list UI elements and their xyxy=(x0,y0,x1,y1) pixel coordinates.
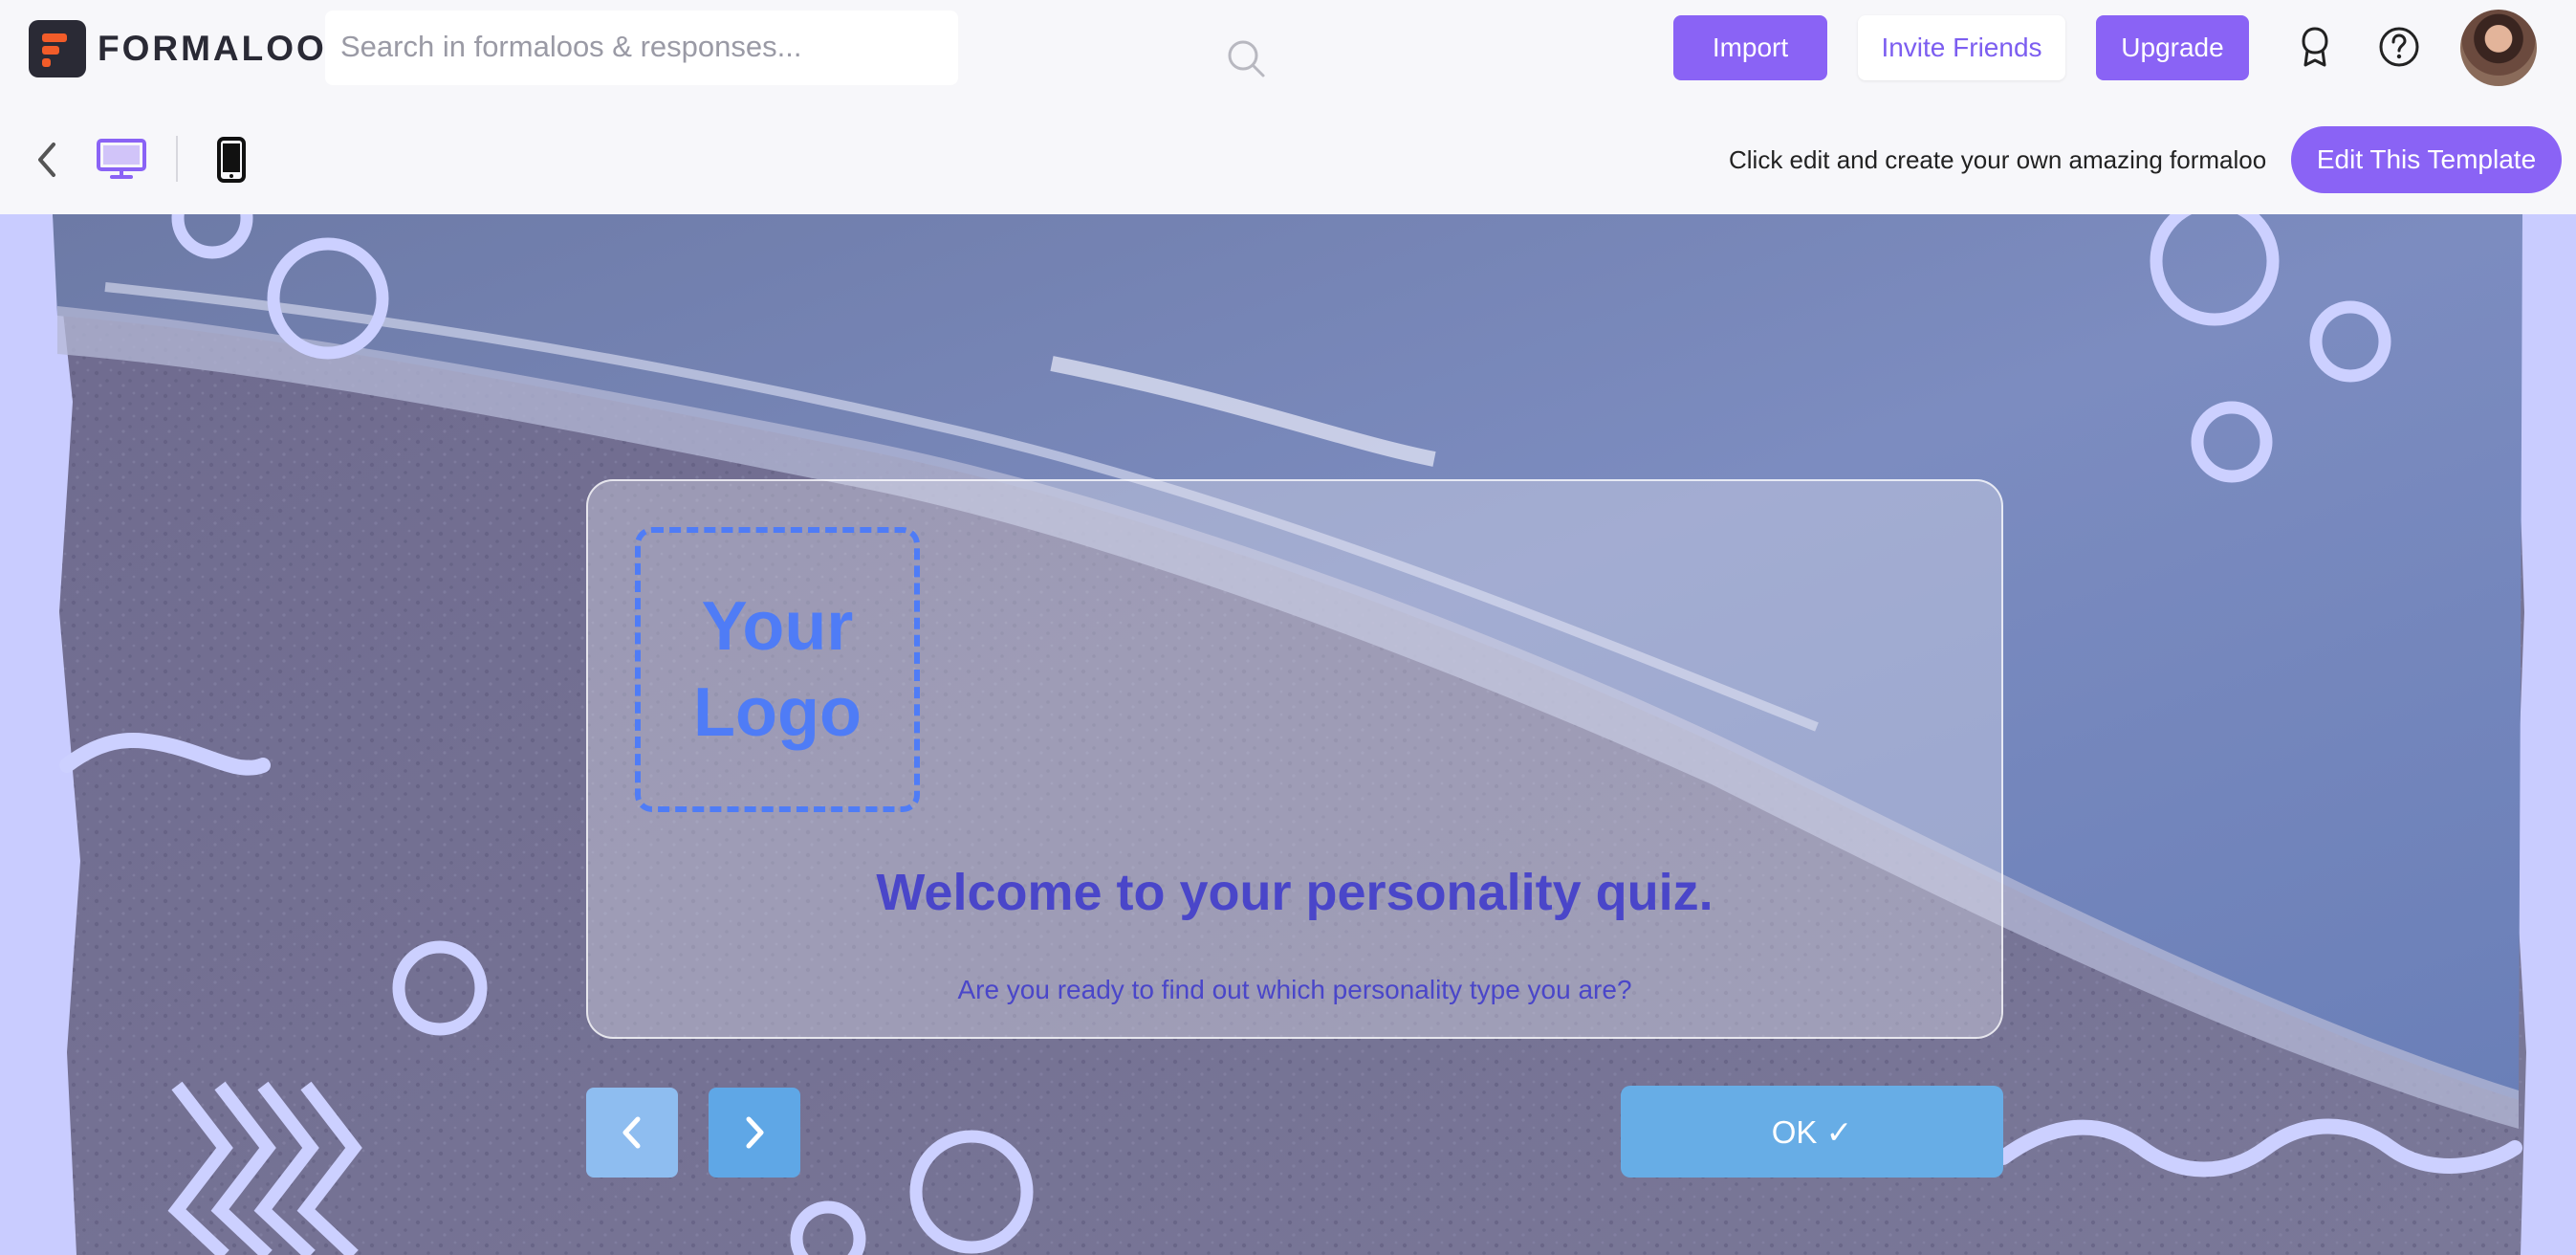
desktop-view-icon[interactable] xyxy=(96,138,147,182)
quiz-subtitle: Are you ready to find out which personal… xyxy=(957,975,1632,1004)
formaloo-logo-icon xyxy=(29,20,86,77)
top-bar: FORMALOO Import Invite Friends Upgrade xyxy=(0,0,2576,96)
help-icon[interactable] xyxy=(2377,25,2421,69)
user-avatar[interactable] xyxy=(2460,10,2537,86)
edit-hint: Click edit and create your own amazing f… xyxy=(1729,145,2267,174)
app-logo[interactable]: FORMALOO xyxy=(29,20,327,77)
next-page-button[interactable] xyxy=(709,1088,800,1178)
search-box[interactable] xyxy=(325,11,1265,85)
preview-toolbar: Click edit and create your own amazing f… xyxy=(0,96,2576,214)
view-divider xyxy=(176,136,178,182)
chevron-left-icon xyxy=(622,1116,641,1149)
back-arrow-icon[interactable] xyxy=(33,139,61,181)
chevron-right-icon xyxy=(746,1116,764,1149)
logo-placeholder-text: Your Logo xyxy=(693,588,862,751)
logo-placeholder[interactable]: Your Logo xyxy=(635,527,920,812)
quiz-title: Welcome to your personality quiz. xyxy=(876,864,1714,921)
badge-icon[interactable] xyxy=(2293,25,2337,69)
edit-template-button[interactable]: Edit This Template xyxy=(2291,126,2562,193)
import-button[interactable]: Import xyxy=(1673,15,1827,80)
search-icon[interactable] xyxy=(1226,38,1266,78)
search-input[interactable] xyxy=(340,28,876,66)
previous-page-button[interactable] xyxy=(586,1088,678,1178)
mobile-view-icon[interactable] xyxy=(216,136,247,184)
form-preview-canvas xyxy=(0,214,2576,1255)
app-name: FORMALOO xyxy=(98,29,327,68)
invite-friends-button[interactable]: Invite Friends xyxy=(1858,15,2065,80)
upgrade-button[interactable]: Upgrade xyxy=(2096,15,2249,80)
ok-button[interactable]: OK ✓ xyxy=(1621,1086,2003,1178)
